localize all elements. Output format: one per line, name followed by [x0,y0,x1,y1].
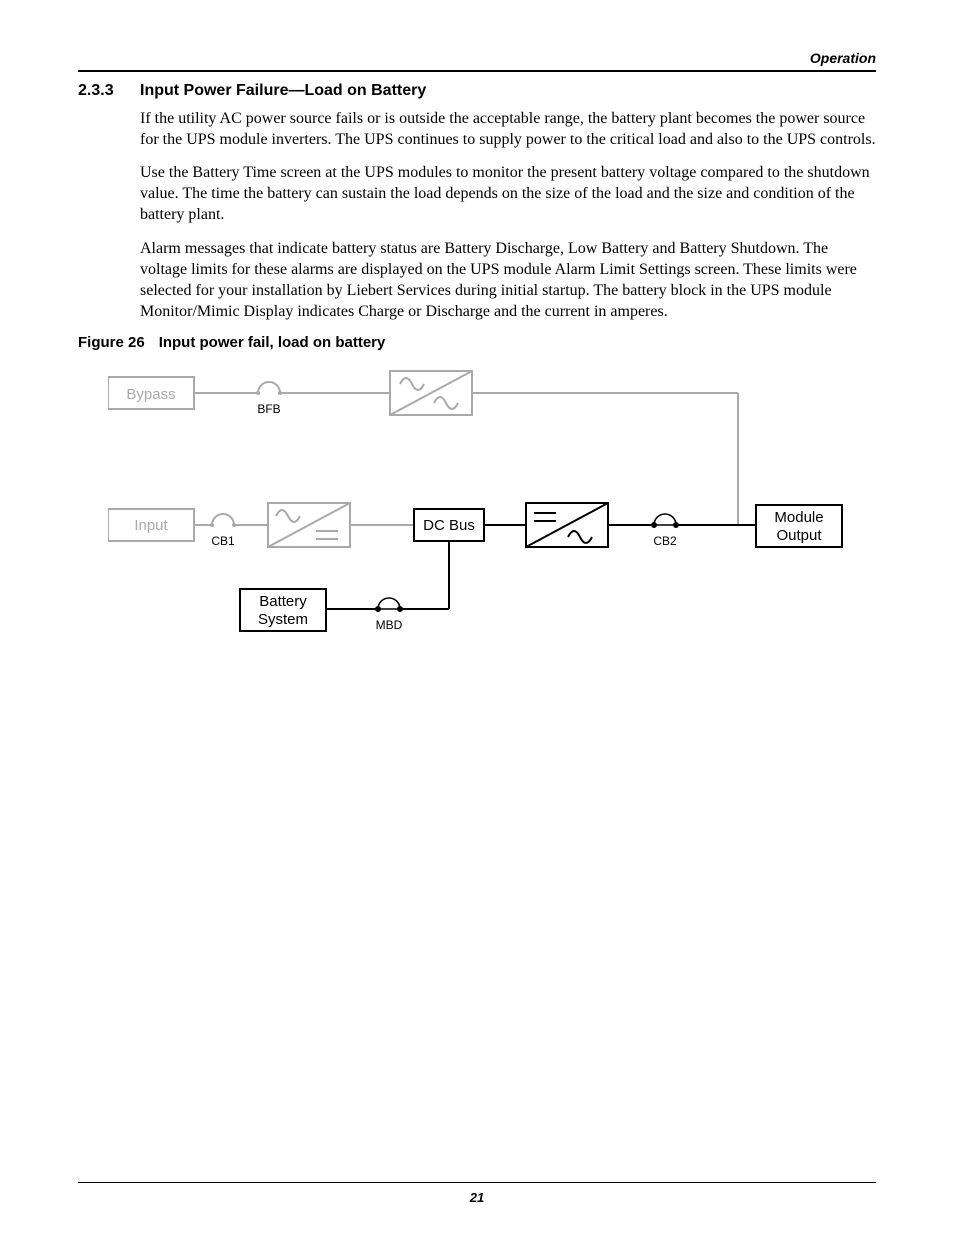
page: Operation 2.3.3 Input Power Failure—Load… [0,0,954,1235]
footer-rule [78,1182,876,1183]
module-output-label-1: Module [774,509,823,526]
module-output-label-2: Output [776,527,822,544]
header-rule [78,70,876,72]
breaker-bfb-label: BFB [257,402,280,416]
section-number: 2.3.3 [78,82,140,100]
running-header: Operation [78,50,876,70]
dc-bus-label: DC Bus [423,517,475,534]
bypass-label: Bypass [126,386,175,403]
breaker-mbd-label: MBD [376,618,403,632]
section-heading: 2.3.3 Input Power Failure—Load on Batter… [78,82,876,100]
section-body: If the utility AC power source fails or … [140,108,876,322]
battery-label-2: System [258,611,308,628]
figure-title: Input power fail, load on battery [159,334,386,351]
breaker-cb1-label: CB1 [211,534,235,548]
figure-label: Figure 26 [78,334,145,351]
battery-label-1: Battery [259,593,307,610]
figure-caption: Figure 26 Input power fail, load on batte… [78,334,876,351]
page-number: 21 [0,1190,954,1205]
paragraph-2: Use the Battery Time screen at the UPS m… [140,162,876,225]
section-title: Input Power Failure—Load on Battery [140,82,426,100]
paragraph-3: Alarm messages that indicate battery sta… [140,238,876,322]
breaker-cb2-label: CB2 [653,534,677,548]
diagram: Bypass BFB [108,357,876,662]
input-label: Input [134,517,168,534]
paragraph-1: If the utility AC power source fails or … [140,108,876,150]
